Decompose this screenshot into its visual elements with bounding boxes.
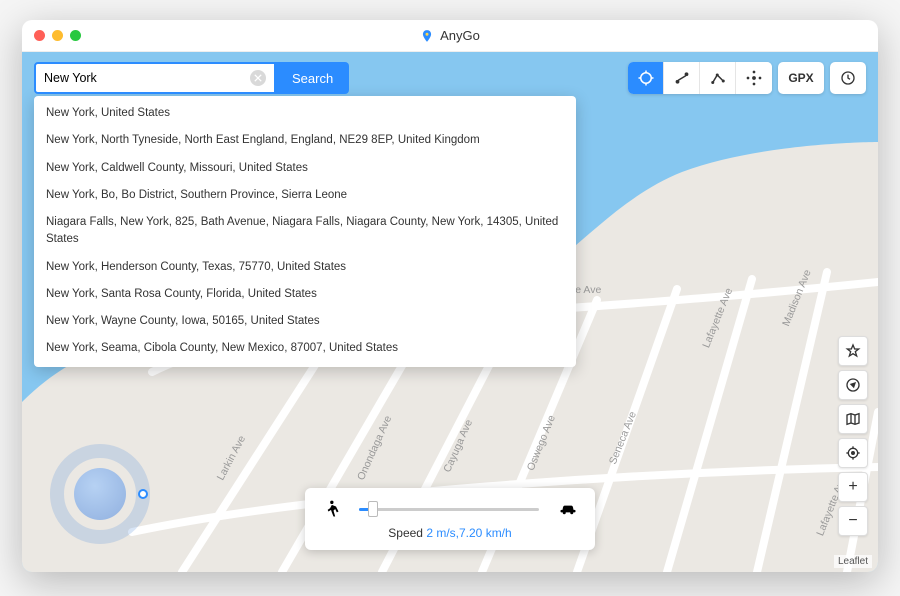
- zoom-out-button[interactable]: −: [838, 506, 868, 536]
- locate-me-button[interactable]: [838, 438, 868, 468]
- app-window: AnyGo Lake Ave Larki: [22, 20, 878, 572]
- suggestion-item[interactable]: New York, Bo, Bo District, Southern Prov…: [34, 182, 576, 209]
- teleport-mode-button[interactable]: [628, 62, 664, 94]
- zoom-in-button[interactable]: +: [838, 472, 868, 502]
- speed-value: 2 m/s,7.20 km/h: [426, 526, 511, 540]
- search-container: Search: [34, 62, 349, 94]
- maximize-window-button[interactable]: [70, 30, 81, 41]
- map-attribution: Leaflet: [834, 555, 872, 568]
- search-suggestions: New York, United States New York, North …: [34, 96, 576, 367]
- content-area: Lake Ave Larkins Point Larkin Ave Ononda…: [22, 52, 878, 572]
- two-spot-mode-button[interactable]: [664, 62, 700, 94]
- favorite-button[interactable]: [838, 336, 868, 366]
- map-side-controls: + −: [838, 336, 868, 536]
- app-pin-icon: [420, 29, 434, 43]
- speed-panel: Speed 2 m/s,7.20 km/h: [305, 488, 595, 550]
- suggestion-item[interactable]: New York, Henderson County, Texas, 75770…: [34, 254, 576, 281]
- history-button[interactable]: [830, 62, 866, 94]
- speed-label: Speed: [388, 526, 423, 540]
- suggestion-item[interactable]: New York, North Tyneside, North East Eng…: [34, 127, 576, 154]
- suggestion-item[interactable]: New York, Santa Rosa County, Florida, Un…: [34, 281, 576, 308]
- suggestion-item[interactable]: New York, Seama, Cibola County, New Mexi…: [34, 335, 576, 362]
- map-type-button[interactable]: [838, 404, 868, 434]
- car-icon: [557, 499, 579, 519]
- minimize-window-button[interactable]: [52, 30, 63, 41]
- joystick-mode-button[interactable]: [736, 62, 772, 94]
- window-title: AnyGo: [440, 28, 480, 43]
- suggestion-item[interactable]: New York, Wayne County, Iowa, 50165, Uni…: [34, 308, 576, 335]
- gpx-import-button[interactable]: GPX: [778, 62, 824, 94]
- mode-toolbar: GPX: [628, 62, 866, 94]
- walk-icon: [321, 498, 341, 520]
- window-controls: [34, 30, 81, 41]
- multi-spot-mode-button[interactable]: [700, 62, 736, 94]
- search-button[interactable]: Search: [276, 62, 349, 94]
- clear-search-button[interactable]: [250, 70, 266, 86]
- compass-button[interactable]: [838, 370, 868, 400]
- titlebar: AnyGo: [22, 20, 878, 52]
- speed-slider[interactable]: [359, 508, 539, 511]
- suggestion-item[interactable]: New York, Caldwell County, Missouri, Uni…: [34, 155, 576, 182]
- close-window-button[interactable]: [34, 30, 45, 41]
- suggestion-item[interactable]: New York, United States: [34, 100, 576, 127]
- virtual-joystick[interactable]: [50, 444, 150, 544]
- suggestion-item[interactable]: Niagara Falls, New York, 825, Bath Avenu…: [34, 209, 576, 254]
- search-input[interactable]: [44, 71, 250, 85]
